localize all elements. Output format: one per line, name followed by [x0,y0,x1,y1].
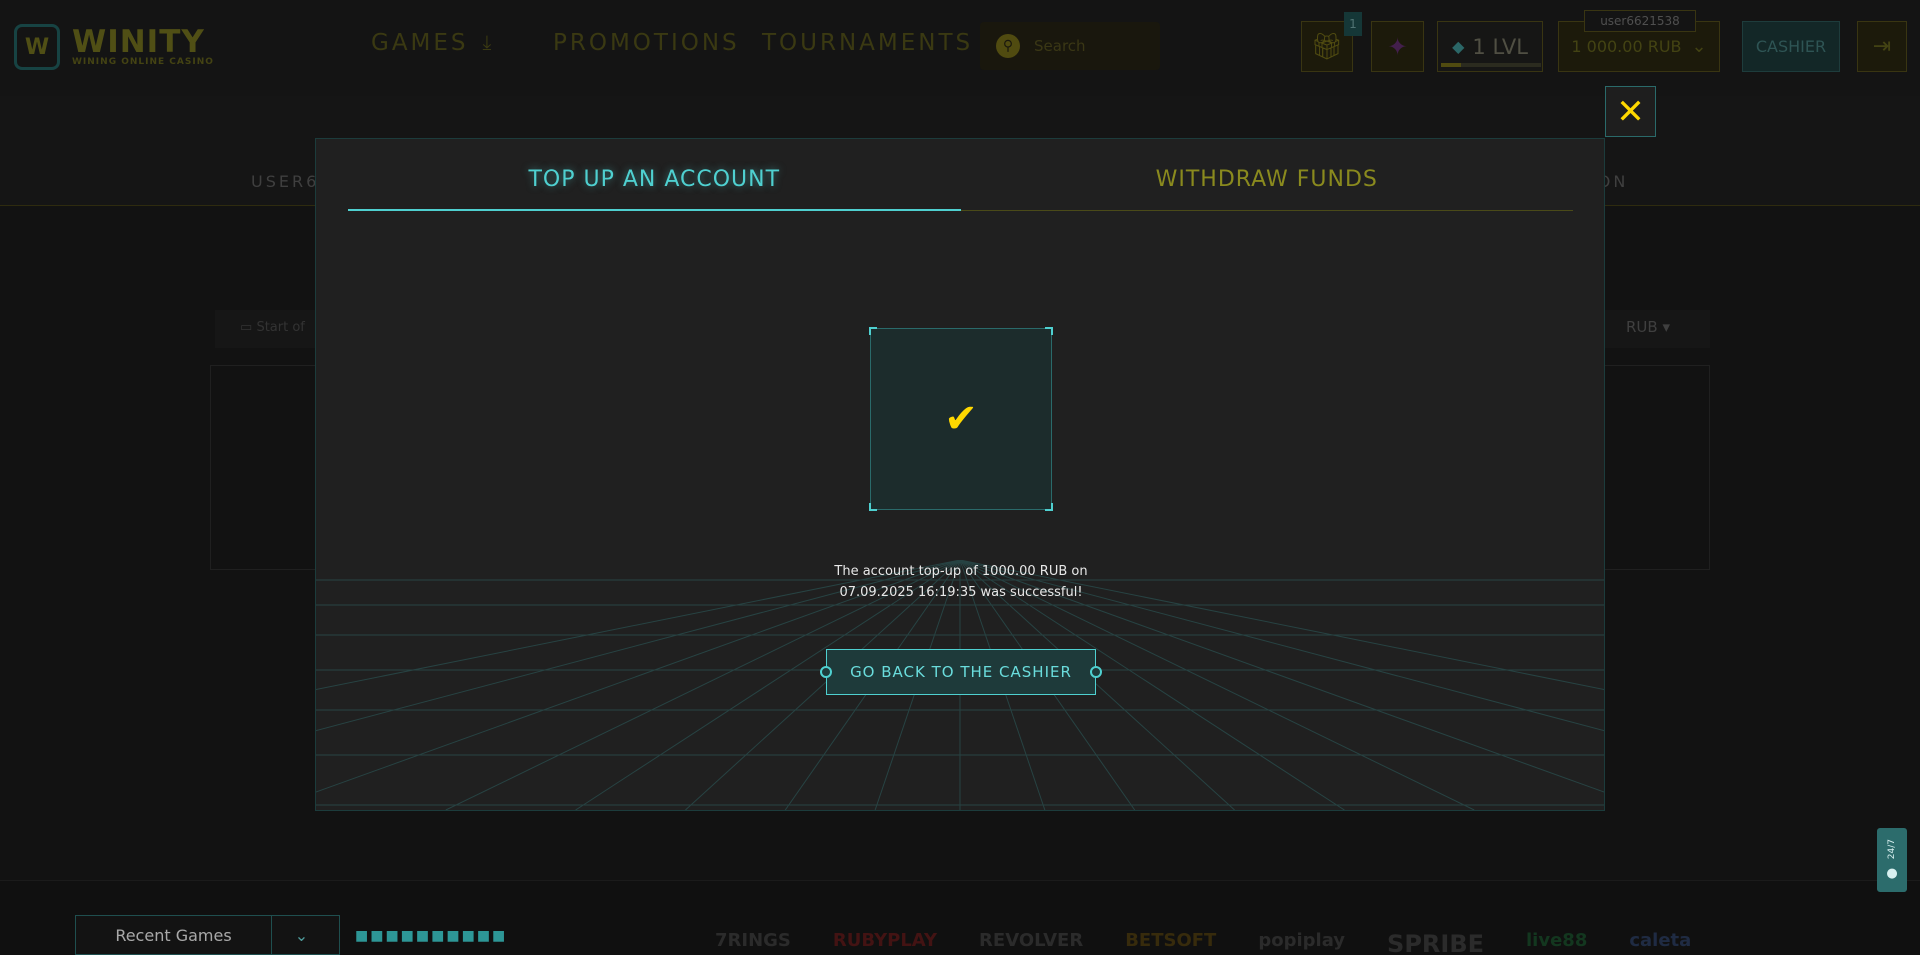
cashier-modal: TOP UP AN ACCOUNT WITHDRAW FUNDS ✔ The a… [315,138,1605,811]
tab-withdraw[interactable]: WITHDRAW FUNDS [960,159,1573,211]
success-message-line1: The account top-up of 1000.00 RUB on [834,564,1088,579]
support-label: 24/7 [1887,839,1897,860]
tab-top-up[interactable]: TOP UP AN ACCOUNT [348,159,961,211]
close-modal-button[interactable]: ✕ [1605,86,1656,137]
success-message-line2: 07.09.2025 16:19:35 was successful! [839,585,1083,600]
close-icon: ✕ [1616,91,1645,132]
back-to-cashier-label: GO BACK TO THE CASHIER [850,663,1072,681]
chat-icon: ● [1886,865,1898,881]
back-to-cashier-button[interactable]: GO BACK TO THE CASHIER [820,649,1102,695]
cashier-tabs: TOP UP AN ACCOUNT WITHDRAW FUNDS [348,159,1573,211]
support-chat-button[interactable]: 24/7 ● [1877,828,1907,892]
check-icon: ✔ [944,396,978,442]
success-indicator: ✔ [869,327,1053,511]
success-message: The account top-up of 1000.00 RUB on 07.… [706,561,1216,603]
